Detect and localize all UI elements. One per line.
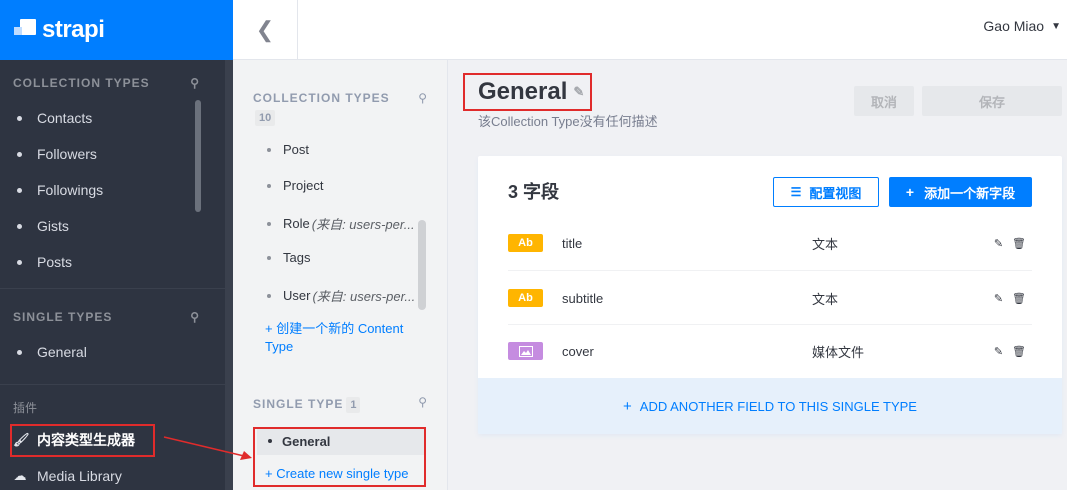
cloud-icon: ☁ (13, 468, 27, 483)
edit-pencil-icon[interactable]: ✎ (994, 237, 1003, 250)
fields-card: 3 字段 ☰ 配置视图 + 添加一个新字段 Ab title 文本 ✎ 🗑 Ab… (478, 156, 1062, 434)
annotation-highlight-title (463, 73, 592, 111)
chevron-left-icon: ❮ (255, 17, 275, 42)
list-item-project[interactable]: Project (267, 178, 323, 193)
bullet-icon (17, 223, 22, 229)
field-name: cover (562, 343, 594, 359)
sidebar-item-media-library[interactable]: ☁ Media Library (0, 458, 225, 490)
field-type: 文本 (812, 291, 839, 307)
bullet-icon (267, 183, 271, 188)
sidebar-item-general[interactable]: General (0, 334, 225, 370)
sidebar-scroll-track (225, 60, 233, 490)
brand-header[interactable]: strapi (0, 0, 233, 60)
user-menu[interactable]: Gao Miao ▼ (983, 18, 1061, 34)
add-field-button[interactable]: + 添加一个新字段 (889, 177, 1032, 207)
search-icon[interactable]: ⚲ (418, 395, 427, 409)
bullet-icon (267, 293, 271, 298)
bullet-icon (17, 187, 22, 193)
bullet-icon (267, 255, 271, 260)
edit-pencil-icon[interactable]: ✎ (994, 292, 1003, 305)
sidebar-divider (0, 288, 225, 289)
sidebar-item-posts[interactable]: Posts (0, 244, 225, 280)
fields-count: 3 字段 (508, 182, 560, 202)
field-type: 媒体文件 (812, 344, 865, 360)
sidebar-collection-section: COLLECTION TYPES ⚲ Contacts Followers Fo… (0, 74, 225, 280)
field-row-cover[interactable]: cover 媒体文件 ✎ 🗑 (508, 324, 1032, 378)
search-icon[interactable]: ⚲ (418, 91, 427, 105)
top-bar: ❮ Gao Miao ▼ (233, 0, 1067, 60)
annotation-highlight-plugin (10, 424, 155, 457)
list-item-user[interactable]: User (来自: users-per... (267, 286, 415, 305)
bullet-icon (267, 221, 271, 226)
field-name: subtitle (562, 290, 604, 306)
field-row-title[interactable]: Ab title 文本 ✎ 🗑 (508, 216, 1032, 270)
save-button[interactable]: 保存 (922, 86, 1062, 116)
collection-count-badge: 10 (255, 110, 276, 126)
main-sidebar: strapi COLLECTION TYPES ⚲ Contacts Follo… (0, 0, 233, 490)
add-another-field-button[interactable]: + ADD ANOTHER FIELD TO THIS SINGLE TYPE (478, 378, 1062, 434)
bullet-icon (17, 259, 22, 265)
panel-collection-title: COLLECTION TYPES (253, 91, 390, 105)
text-type-icon: Ab (508, 234, 543, 252)
field-type: 文本 (812, 236, 839, 252)
list-item-tags[interactable]: Tags (267, 250, 310, 265)
search-icon[interactable]: ⚲ (190, 76, 200, 90)
list-item-post[interactable]: Post (267, 142, 309, 157)
text-type-icon: Ab (508, 289, 543, 307)
trash-icon[interactable]: 🗑 (1012, 292, 1026, 305)
bullet-icon (267, 147, 271, 152)
list-item-role[interactable]: Role (来自: users-per... (267, 214, 415, 233)
edit-pencil-icon[interactable]: ✎ (994, 345, 1003, 358)
sidebar-item-gists[interactable]: Gists (0, 208, 225, 244)
strapi-logo-icon (14, 19, 36, 41)
configure-view-button[interactable]: ☰ 配置视图 (773, 177, 879, 207)
bullet-icon (17, 151, 22, 157)
field-row-subtitle[interactable]: Ab subtitle 文本 ✎ 🗑 (508, 271, 1032, 325)
sidebar-item-followers[interactable]: Followers (0, 136, 225, 172)
search-icon[interactable]: ⚲ (190, 310, 200, 324)
bullet-icon (17, 349, 22, 355)
trash-icon[interactable]: 🗑 (1012, 345, 1026, 358)
plus-icon: + (905, 184, 915, 200)
create-collection-type-link[interactable]: + 创建一个新的 Content Type (265, 320, 425, 356)
sidebar-single-section: SINGLE TYPES ⚲ General (0, 308, 225, 370)
plus-icon: + (623, 397, 632, 415)
image-icon (518, 345, 533, 357)
annotation-highlight-single-type (253, 427, 426, 487)
single-count-badge: 1 (346, 397, 361, 413)
cancel-button[interactable]: 取消 (854, 86, 914, 116)
list-icon: ☰ (790, 185, 802, 199)
panel-single-title: SINGLE TYPE 1 (253, 397, 361, 413)
sidebar-divider (0, 384, 225, 385)
sidebar-item-contacts[interactable]: Contacts (0, 100, 225, 136)
sidebar-plugins-title: 插件 (13, 400, 38, 415)
caret-down-icon: ▼ (1051, 20, 1061, 32)
trash-icon[interactable]: 🗑 (1012, 237, 1026, 250)
sidebar-item-followings[interactable]: Followings (0, 172, 225, 208)
sidebar-single-title: SINGLE TYPES ⚲ (13, 310, 200, 324)
page-description: 该Collection Type没有任何描述 (478, 114, 658, 129)
panel-scrollbar[interactable] (418, 220, 426, 310)
media-image-icon (508, 342, 543, 360)
bullet-icon (17, 115, 22, 121)
brand-name: strapi (42, 16, 105, 43)
back-button[interactable]: ❮ (233, 0, 298, 60)
sidebar-collection-title: COLLECTION TYPES ⚲ (13, 76, 200, 90)
annotation-arrow (163, 436, 252, 460)
user-name: Gao Miao (983, 18, 1045, 34)
content-type-list-panel: COLLECTION TYPES ⚲ 10 Post Project Role(… (233, 60, 448, 490)
field-name: title (562, 235, 583, 251)
